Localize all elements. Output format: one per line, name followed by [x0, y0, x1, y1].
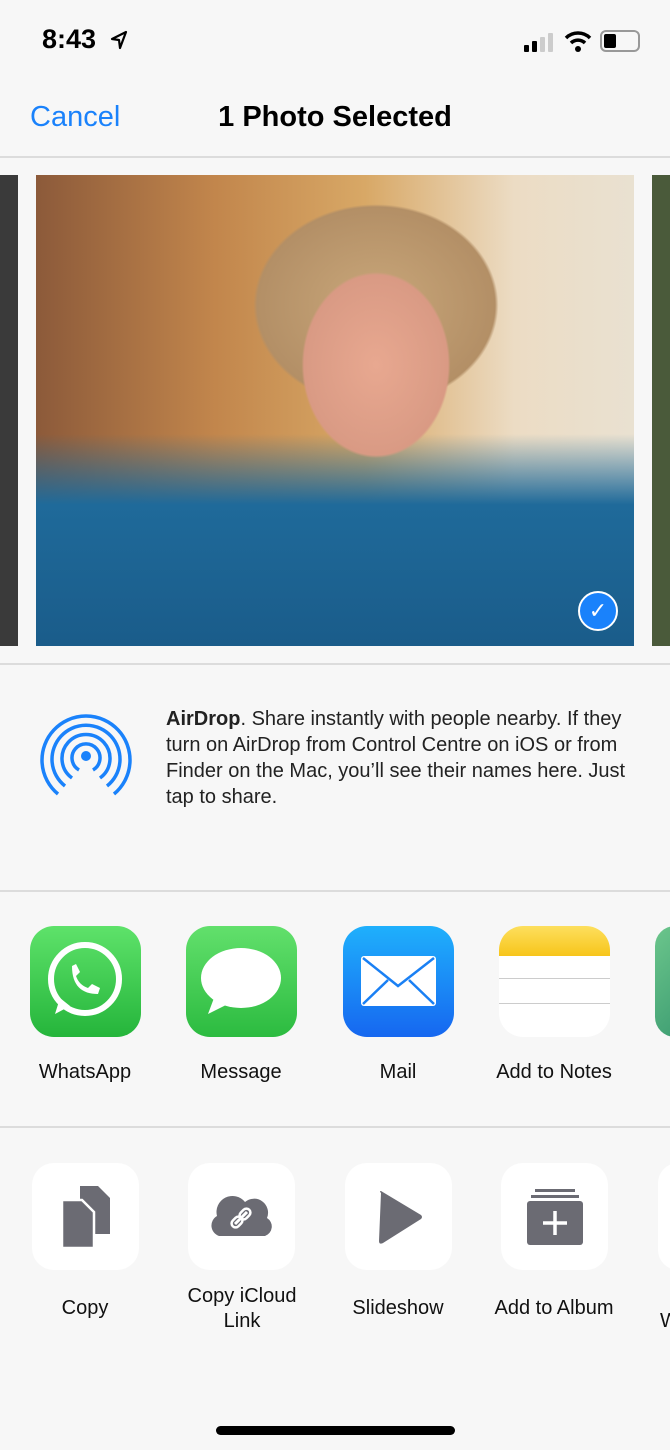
airdrop-description: AirDrop. Share instantly with people nea…: [166, 706, 646, 810]
message-app-icon[interactable]: [186, 926, 297, 1037]
action-label-slideshow: Slideshow: [352, 1297, 444, 1319]
wifi-icon: [564, 31, 592, 52]
maps-app-icon[interactable]: [655, 926, 670, 1037]
action-label-add-to-album: Add to Album: [494, 1297, 614, 1319]
divider: [0, 890, 670, 892]
whatsapp-app-icon[interactable]: [30, 926, 141, 1037]
divider: [0, 156, 670, 158]
divider: [0, 1126, 670, 1128]
app-label-whatsapp: WhatsApp: [38, 1061, 132, 1083]
airdrop-title: AirDrop: [166, 708, 241, 730]
photo-thumbnail-next[interactable]: [652, 175, 670, 646]
action-label-partial: W: [660, 1310, 670, 1332]
notes-app-icon[interactable]: [499, 926, 610, 1037]
play-icon: [378, 1190, 422, 1244]
action-label-copy-icloud-link: Copy iCloud Link: [187, 1285, 297, 1332]
action-label-copy: Copy: [61, 1297, 109, 1319]
photo-thumbnail-selected[interactable]: [36, 175, 634, 646]
page-title: 1 Photo Selected: [218, 101, 452, 133]
home-indicator[interactable]: [216, 1426, 455, 1435]
battery-icon: [600, 30, 640, 52]
app-label-notes: Add to Notes: [496, 1061, 612, 1083]
status-time: 8:43: [42, 24, 97, 54]
divider: [0, 663, 670, 665]
mail-app-icon[interactable]: [343, 926, 454, 1037]
more-action-button[interactable]: [658, 1163, 670, 1270]
checkmark-icon[interactable]: ✓: [578, 591, 618, 631]
app-label-message: Message: [200, 1061, 282, 1083]
copy-icloud-link-action-button[interactable]: [188, 1163, 295, 1270]
copy-action-button[interactable]: [32, 1163, 139, 1270]
app-label-mail: Mail: [379, 1061, 417, 1083]
photo-thumbnail-previous[interactable]: [0, 175, 18, 646]
slideshow-action-button[interactable]: [345, 1163, 452, 1270]
add-to-album-action-button[interactable]: [501, 1163, 608, 1270]
location-arrow-icon: [110, 30, 128, 50]
copy-icon: [60, 1185, 110, 1249]
add-album-icon: [526, 1188, 583, 1245]
airdrop-icon: [40, 714, 132, 796]
icloud-link-icon: [210, 1195, 272, 1236]
signal-icon: [524, 33, 553, 52]
